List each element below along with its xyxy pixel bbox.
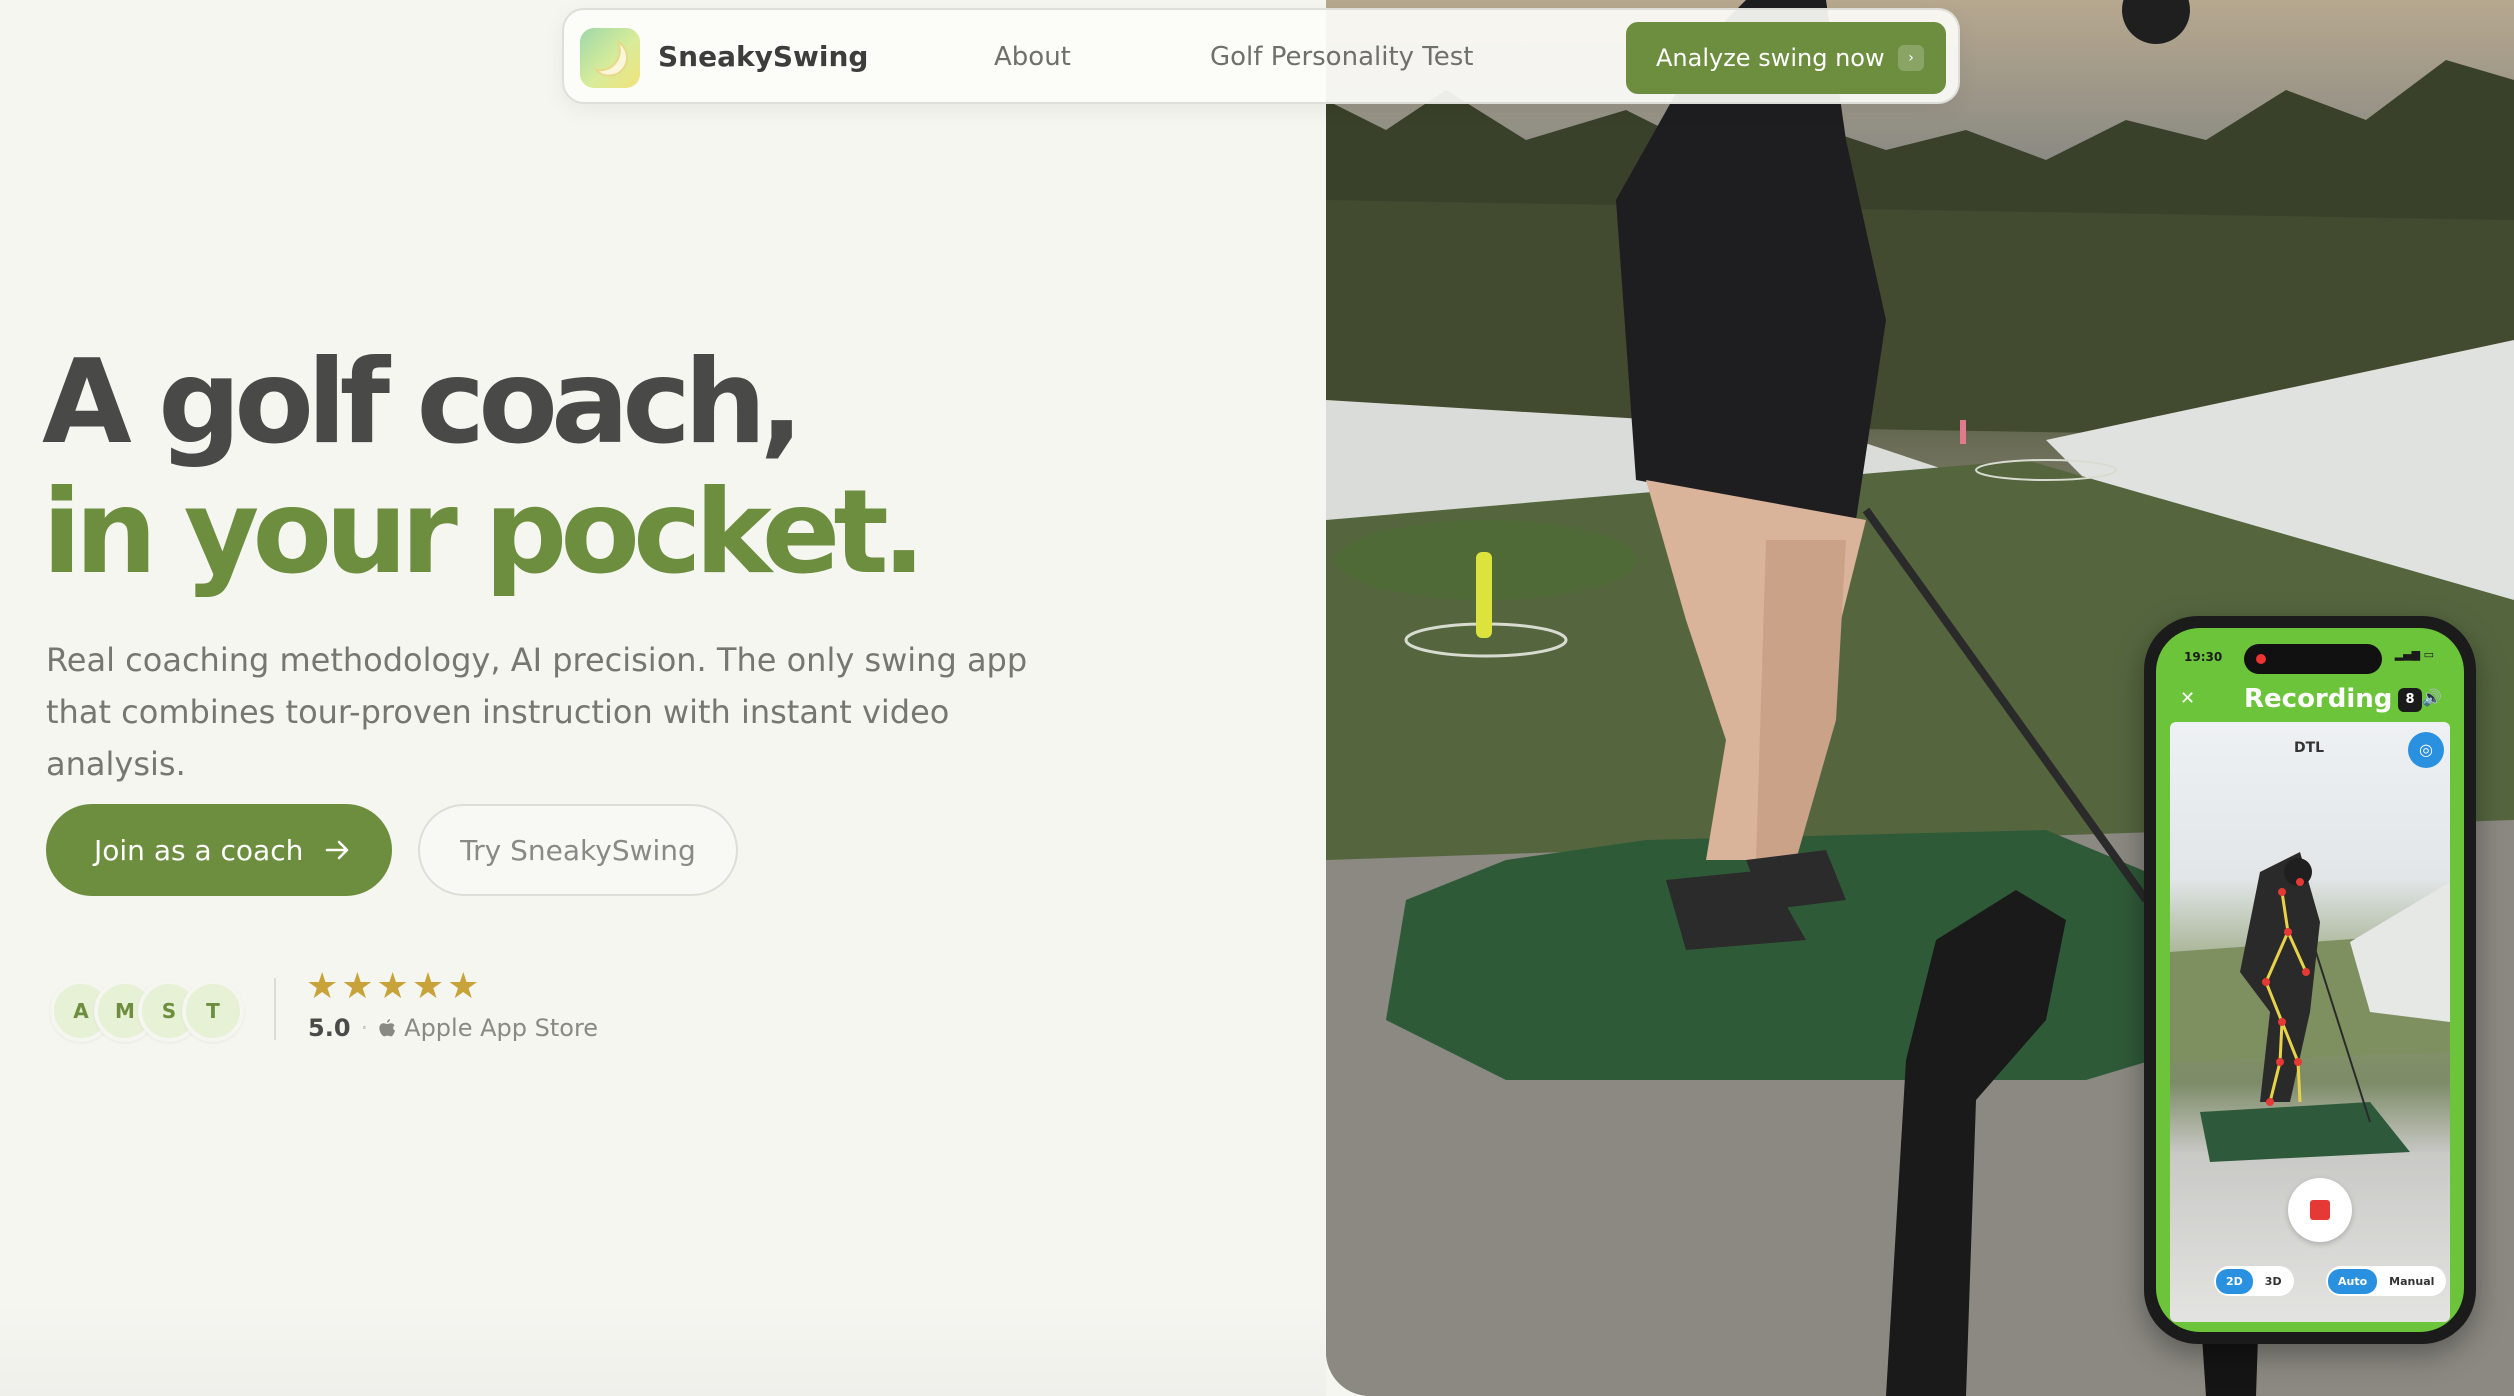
toggle-auto[interactable]: Auto xyxy=(2328,1268,2378,1294)
record-stop-button[interactable] xyxy=(2288,1178,2352,1242)
dimension-toggle[interactable]: 2D 3D xyxy=(2214,1266,2294,1296)
app-store-label: Apple App Store xyxy=(404,1014,599,1042)
headline-line-1: A golf coach, xyxy=(42,335,804,470)
camera-switch-icon[interactable]: ◎ xyxy=(2408,732,2444,768)
analyze-swing-label: Analyze swing now xyxy=(1656,44,1885,72)
capture-mode-toggle[interactable]: Auto Manual xyxy=(2326,1266,2447,1296)
brand-logo[interactable] xyxy=(580,28,640,88)
moon-icon xyxy=(593,39,629,77)
top-navbar: SneakySwing About Golf Personality Test … xyxy=(562,8,1960,104)
brand-name[interactable]: SneakySwing xyxy=(658,40,868,73)
nav-link-about[interactable]: About xyxy=(994,42,1071,72)
recording-dot-icon xyxy=(2256,654,2266,664)
stop-icon xyxy=(2310,1200,2330,1220)
speaker-icon[interactable]: 🔊 xyxy=(2422,688,2442,707)
dynamic-island xyxy=(2244,644,2382,674)
phone-time: 19:30 xyxy=(2184,650,2223,664)
recording-count-badge: 8 xyxy=(2398,688,2422,712)
camera-viewfinder: DTL ◎ 2D 3D Auto Manual xyxy=(2170,722,2450,1322)
phone-screen: 19:30 ▂▄▆ ▭ ✕ Recording 8 🔊 DTL ◎ 2D 3D … xyxy=(2156,628,2464,1332)
analyze-swing-button[interactable]: Analyze swing now › xyxy=(1626,22,1946,94)
join-as-coach-label: Join as a coach xyxy=(94,833,304,867)
avatar: T xyxy=(182,980,244,1042)
rating-row: 5.0 · Apple App Store xyxy=(308,1014,598,1042)
arrow-right-icon xyxy=(326,840,349,860)
star-rating-icon: ★★★★★ xyxy=(306,966,483,1007)
try-sneakyswing-button[interactable]: Try SneakySwing xyxy=(418,804,738,896)
divider xyxy=(274,978,276,1040)
hero-photo-golfer: 19:30 ▂▄▆ ▭ ✕ Recording 8 🔊 DTL ◎ 2D 3D … xyxy=(1326,0,2514,1396)
close-icon[interactable]: ✕ xyxy=(2180,688,2195,709)
signal-battery-icon: ▂▄▆ ▭ xyxy=(2394,648,2434,661)
toggle-manual[interactable]: Manual xyxy=(2379,1269,2444,1294)
view-label: DTL xyxy=(2294,740,2325,756)
rating-score: 5.0 xyxy=(308,1014,351,1042)
toggle-3d[interactable]: 3D xyxy=(2255,1269,2292,1294)
toggle-2d[interactable]: 2D xyxy=(2216,1268,2253,1294)
separator: · xyxy=(360,1014,369,1042)
apple-icon xyxy=(379,1019,396,1037)
headline-line-2: in your pocket. xyxy=(42,465,926,600)
bottom-fade xyxy=(0,1300,1326,1396)
phone-mockup: 19:30 ▂▄▆ ▭ ✕ Recording 8 🔊 DTL ◎ 2D 3D … xyxy=(2144,616,2476,1344)
recording-title: Recording xyxy=(2244,684,2393,714)
join-as-coach-button[interactable]: Join as a coach xyxy=(46,804,392,896)
nav-link-golf-personality-test[interactable]: Golf Personality Test xyxy=(1210,42,1474,72)
chevron-right-icon: › xyxy=(1898,45,1924,71)
hero-subtitle: Real coaching methodology, AI precision.… xyxy=(46,641,1028,783)
